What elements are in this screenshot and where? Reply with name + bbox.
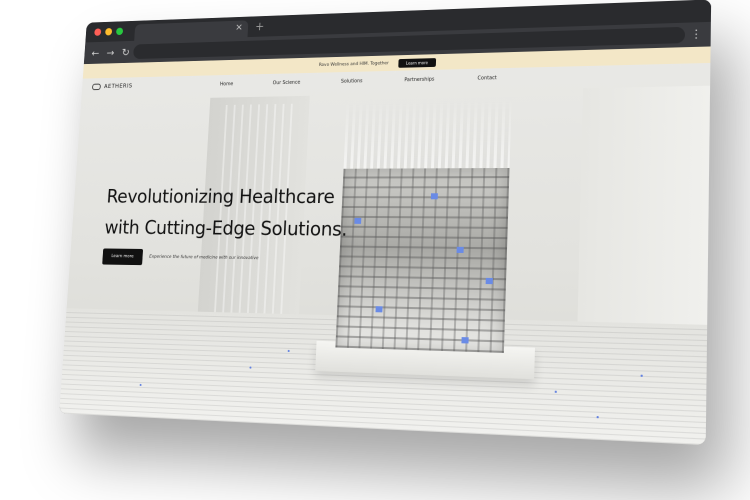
nav-link-solutions[interactable]: Solutions	[341, 78, 363, 84]
floor-sparkle	[597, 416, 599, 418]
tab-close-icon[interactable]: ×	[235, 22, 243, 32]
floor-sparkle	[555, 391, 557, 393]
site-logo[interactable]: AETHERIS	[92, 83, 133, 90]
browser-window: × + ← → ↻ ⋮ Rovo Wellness and HIM. Toget…	[59, 0, 711, 445]
forward-icon[interactable]: →	[106, 46, 115, 58]
logo-text: AETHERIS	[104, 83, 133, 90]
blue-cube	[376, 306, 383, 312]
floor-sparkle	[140, 384, 141, 386]
screenshot-stage: × + ← → ↻ ⋮ Rovo Wellness and HIM. Toget…	[0, 0, 750, 500]
nav-link-our-science[interactable]: Our Science	[273, 80, 301, 86]
window-controls	[94, 28, 123, 36]
blue-cube	[431, 193, 438, 199]
back-icon[interactable]: ←	[91, 47, 100, 59]
close-window-button[interactable]	[94, 28, 101, 35]
maximize-window-button[interactable]	[116, 28, 123, 35]
hero-title-line-1: Revolutionizing Healthcare	[106, 185, 335, 208]
minimize-window-button[interactable]	[105, 28, 112, 35]
announcement-button[interactable]: Learn more	[398, 58, 436, 68]
floor-sparkle	[288, 350, 289, 352]
blue-cube	[461, 337, 468, 343]
browser-menu-icon[interactable]: ⋮	[690, 27, 702, 41]
hero-title: Revolutionizing Healthcare with Cutting-…	[104, 180, 380, 245]
hero-cta-button[interactable]: Learn more	[102, 248, 143, 265]
floor-sparkle	[641, 375, 643, 377]
hero-title-line-2: with Cutting-Edge Solutions.	[104, 217, 348, 241]
web-page: Rovo Wellness and HIM. Together Learn mo…	[59, 46, 710, 445]
hero-tagline: Experience the future of medicine with o…	[149, 255, 258, 261]
logo-icon	[92, 84, 101, 91]
blue-cube	[486, 278, 493, 284]
new-tab-button[interactable]: +	[255, 20, 265, 33]
nav-links: Home Our Science Solutions Partnerships …	[220, 75, 497, 87]
blue-cube	[457, 247, 464, 253]
announcement-text: Rovo Wellness and HIM. Together	[319, 61, 389, 68]
hero-section: Revolutionizing Healthcare with Cutting-…	[104, 180, 380, 245]
background-wall-right	[577, 86, 710, 362]
nav-link-home[interactable]: Home	[220, 81, 233, 87]
nav-link-contact[interactable]: Contact	[477, 75, 496, 81]
floor-sparkle	[250, 367, 251, 369]
browser-scene: × + ← → ↻ ⋮ Rovo Wellness and HIM. Toget…	[40, 6, 720, 426]
reload-icon[interactable]: ↻	[121, 46, 130, 58]
hero-cta-row: Learn more Experience the future of medi…	[102, 248, 259, 267]
nav-link-partnerships[interactable]: Partnerships	[404, 77, 434, 84]
